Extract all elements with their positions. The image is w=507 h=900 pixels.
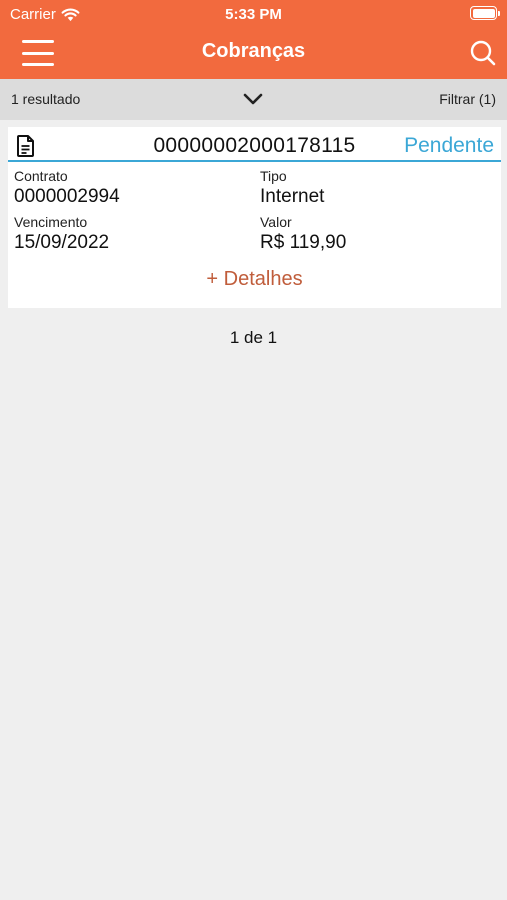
invoice-card[interactable]: 00000002000178115 Pendente Contrato 0000… bbox=[8, 127, 501, 308]
clock: 5:33 PM bbox=[225, 6, 282, 23]
result-count: 1 resultado bbox=[11, 91, 81, 107]
type-field: Tipo Internet bbox=[260, 168, 324, 208]
battery-icon bbox=[470, 6, 500, 20]
menu-line bbox=[22, 63, 54, 66]
amount-label: Valor bbox=[260, 214, 292, 230]
filter-button[interactable]: Filtrar (1) bbox=[439, 91, 496, 107]
contract-field: Contrato 0000002994 bbox=[14, 168, 120, 208]
battery-level bbox=[472, 8, 495, 18]
contract-label: Contrato bbox=[14, 168, 68, 184]
contract-value: 0000002994 bbox=[14, 186, 120, 207]
status-badge: Pendente bbox=[404, 134, 494, 157]
search-icon[interactable] bbox=[469, 39, 497, 67]
amount-field: Valor R$ 119,90 bbox=[260, 214, 346, 254]
due-date-field: Vencimento 15/09/2022 bbox=[14, 214, 109, 254]
type-value: Internet bbox=[260, 186, 325, 207]
invoice-card-header: 00000002000178115 Pendente bbox=[8, 127, 501, 162]
filter-bar: 1 resultado Filtrar (1) bbox=[0, 79, 507, 120]
pagination-label: 1 de 1 bbox=[229, 328, 278, 347]
app-header: Carrier 5:33 PM Cobranças bbox=[0, 0, 507, 79]
due-date-label: Vencimento bbox=[14, 214, 88, 230]
due-date-value: 15/09/2022 bbox=[14, 232, 110, 253]
status-bar: Carrier 5:33 PM bbox=[0, 0, 507, 28]
type-label: Tipo bbox=[260, 168, 287, 184]
chevron-down-icon[interactable] bbox=[242, 90, 264, 108]
page-title: Cobranças bbox=[201, 40, 306, 62]
details-link[interactable]: + Detalhes bbox=[8, 268, 501, 291]
amount-value: R$ 119,90 bbox=[260, 232, 347, 253]
